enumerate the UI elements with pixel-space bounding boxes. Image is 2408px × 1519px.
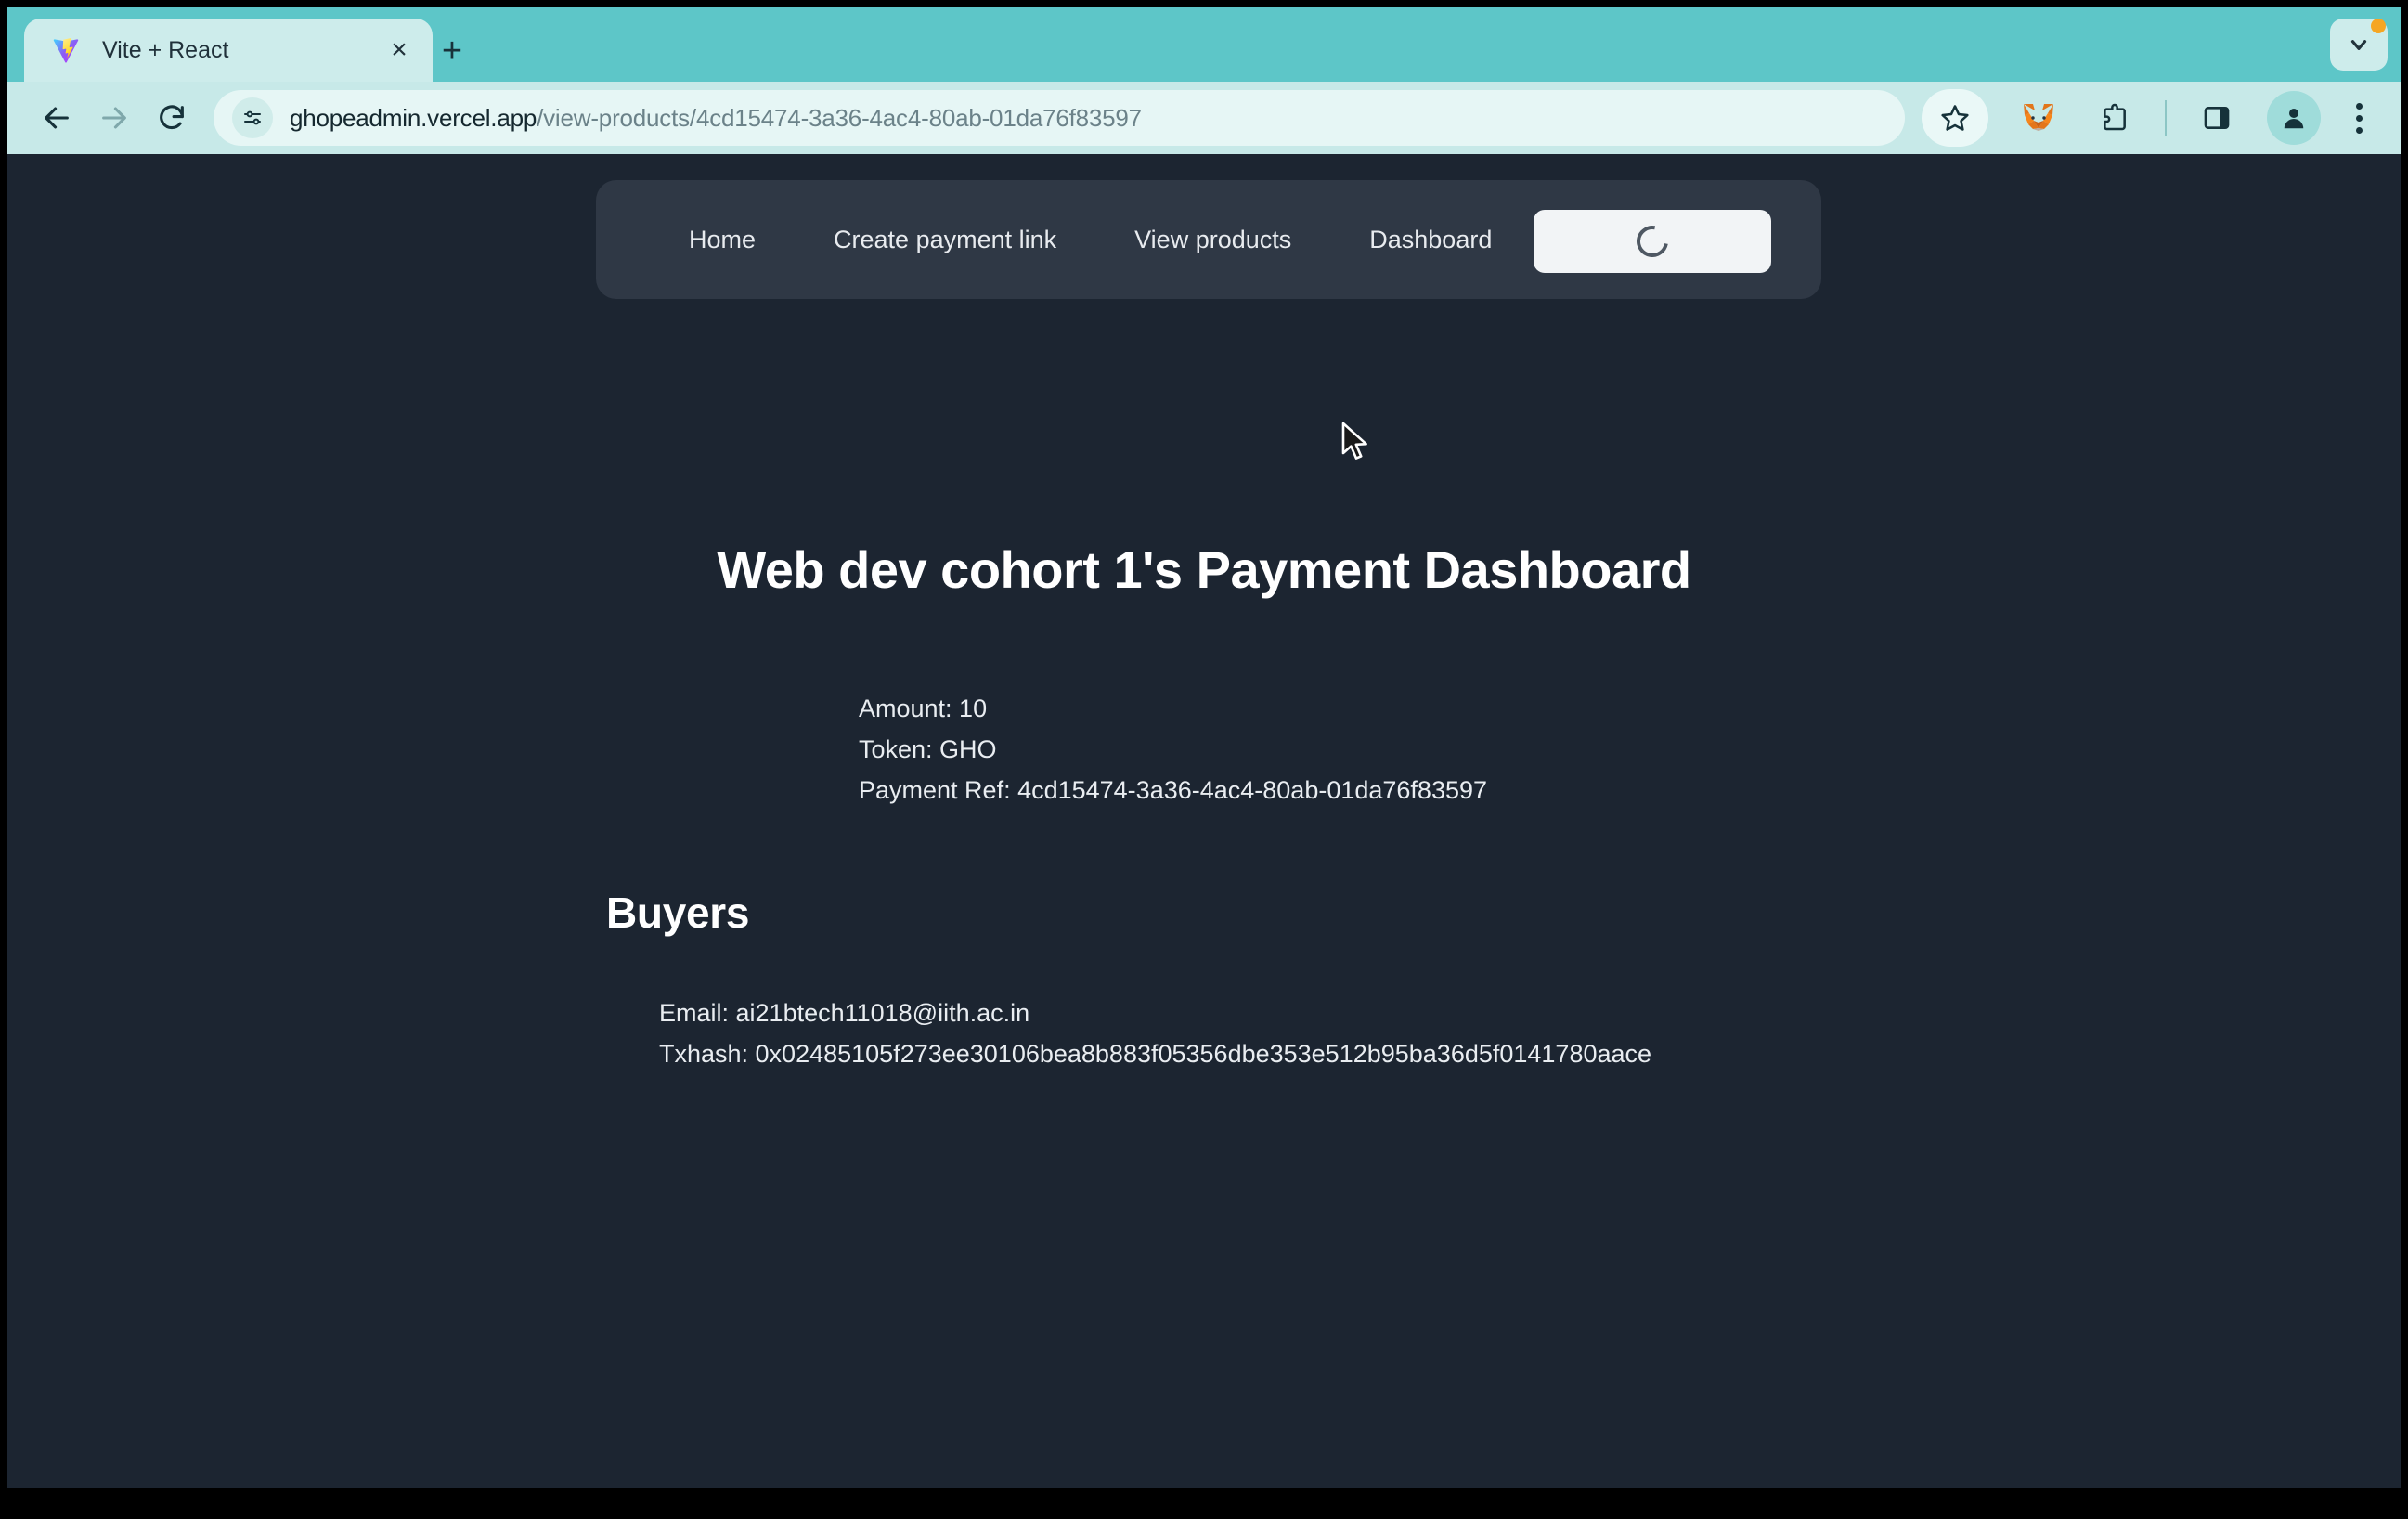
product-details: Amount: 10 Token: GHO Payment Ref: 4cd15…: [859, 688, 1487, 811]
avatar-icon[interactable]: [2267, 91, 2321, 145]
amount-line: Amount: 10: [859, 695, 988, 722]
tab-title: Vite + React: [102, 36, 229, 63]
spinner-icon: [1630, 219, 1675, 264]
screen: Vite + React × + ghopeadmin.vercel.app/v…: [0, 0, 2408, 1519]
buyer-txhash-line: Txhash: 0x02485105f273ee30106bea8b883f05…: [659, 1040, 1652, 1068]
browser-tab[interactable]: Vite + React ×: [24, 19, 433, 82]
nav-link-dashboard[interactable]: Dashboard: [1369, 226, 1492, 254]
browser-toolbar: ghopeadmin.vercel.app/view-products/4cd1…: [7, 82, 2401, 154]
nav-link-view-products[interactable]: View products: [1134, 226, 1291, 254]
toolbar-divider: [2165, 100, 2167, 136]
update-badge: [2371, 19, 2386, 33]
back-arrow-icon[interactable]: [28, 89, 85, 147]
connect-wallet-button[interactable]: [1534, 210, 1771, 273]
vite-logo-icon: [50, 34, 82, 66]
chevron-down-icon[interactable]: [2330, 19, 2388, 71]
mouse-cursor: [1341, 422, 1373, 462]
three-dot-menu-icon[interactable]: [2337, 92, 2380, 144]
reload-icon[interactable]: [143, 89, 201, 147]
buyer-email-line: Email: ai21btech11018@iith.ac.in: [659, 999, 1030, 1027]
tab-strip: Vite + React × +: [7, 7, 2401, 82]
nav-link-home[interactable]: Home: [689, 226, 756, 254]
token-line: Token: GHO: [859, 735, 997, 763]
tune-icon[interactable]: [232, 97, 273, 138]
payment-ref-line: Payment Ref: 4cd15474-3a36-4ac4-80ab-01d…: [859, 776, 1488, 804]
page-viewport: Home Create payment link View products D…: [7, 154, 2401, 1488]
close-icon[interactable]: ×: [377, 28, 421, 72]
page-title: Web dev cohort 1's Payment Dashboard: [717, 540, 1691, 599]
address-bar[interactable]: ghopeadmin.vercel.app/view-products/4cd1…: [214, 90, 1905, 146]
browser-window: Vite + React × + ghopeadmin.vercel.app/v…: [7, 7, 2401, 1488]
star-icon[interactable]: [1922, 89, 1988, 147]
forward-arrow-icon: [85, 89, 143, 147]
site-navbar: Home Create payment link View products D…: [596, 180, 1821, 299]
puzzle-icon[interactable]: [2089, 92, 2141, 144]
nav-link-create-payment-link[interactable]: Create payment link: [834, 226, 1056, 254]
buyers-list: Email: ai21btech11018@iith.ac.in Txhash:…: [659, 993, 1651, 1074]
metamask-fox-icon[interactable]: [2013, 92, 2065, 144]
url-text: ghopeadmin.vercel.app/view-products/4cd1…: [290, 104, 1142, 133]
url-host: ghopeadmin.vercel.app: [290, 103, 537, 132]
new-tab-button[interactable]: +: [427, 26, 477, 76]
buyers-heading: Buyers: [606, 889, 750, 937]
side-panel-icon[interactable]: [2191, 92, 2243, 144]
url-path: /view-products/4cd15474-3a36-4ac4-80ab-0…: [537, 103, 1142, 132]
